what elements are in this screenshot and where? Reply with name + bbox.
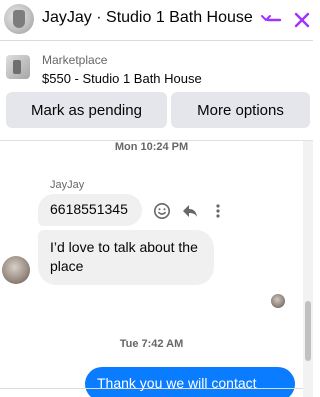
chat-avatar[interactable] [4,4,34,34]
mark-as-pending-button[interactable]: Mark as pending [6,92,167,128]
listing-kicker: Marketplace [42,53,108,67]
scrollbar-thumb[interactable] [305,301,311,361]
more-vertical-icon[interactable] [208,201,228,221]
incoming-message[interactable]: I’d love to talk about the place [38,230,214,285]
marketplace-listing[interactable]: Marketplace $550 - Studio 1 Bath House [0,41,313,91]
thread-timestamp: Mon 10:24 PM [114,141,189,153]
listing-thumbnail [6,55,30,79]
listing-actions: Mark as pending More options [0,92,313,132]
thread-timestamp: Tue 7:42 AM [119,338,184,350]
listing-subject: $550 - Studio 1 Bath House [42,71,202,86]
chat-header: JayJay · Studio 1 Bath House [0,0,313,40]
thread-scrollbar[interactable] [303,141,313,397]
reply-icon[interactable] [180,201,200,221]
minimize-icon[interactable] [264,10,284,30]
more-options-button[interactable]: More options [171,92,310,128]
smiley-icon[interactable] [152,201,172,221]
seen-indicator-avatar [271,294,285,308]
message-actions [152,201,228,221]
message-thread[interactable]: Mon 10:24 PM JayJay 6618551345 I’d love … [0,141,303,397]
sender-avatar[interactable] [2,256,30,284]
incoming-message[interactable]: 6618551345 [38,194,142,226]
chat-title: JayJay · Studio 1 Bath House [42,9,253,26]
sender-name: JayJay [50,179,85,191]
outgoing-message[interactable]: Thank you we will contact [85,367,295,397]
close-icon[interactable] [292,10,312,30]
composer-divider [0,388,303,389]
chat-title-button[interactable]: JayJay · Studio 1 Bath House [42,9,273,27]
